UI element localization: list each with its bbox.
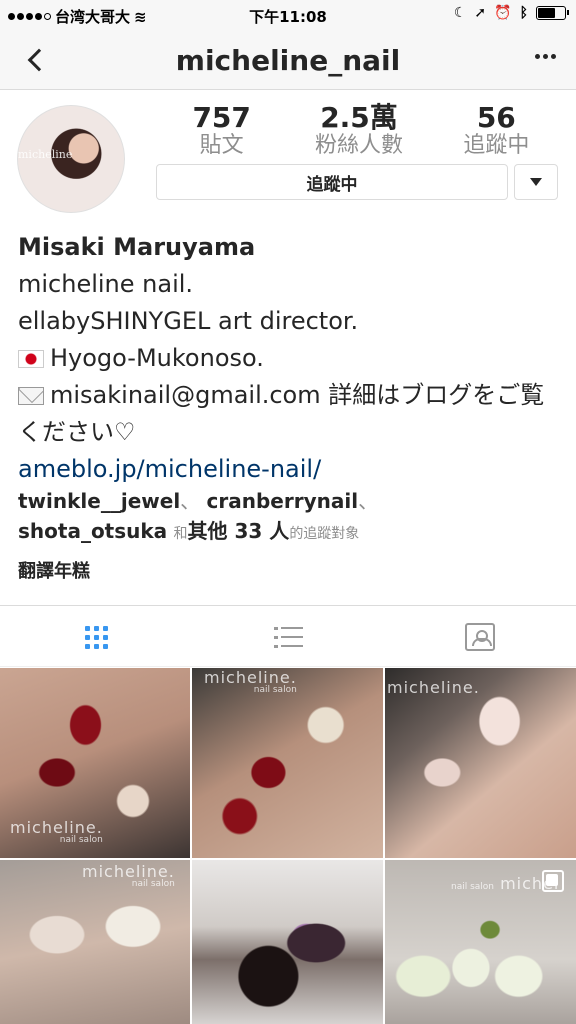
photo-grid: micheline. nail salon micheline. nail salo… xyxy=(0,668,576,1024)
list-icon xyxy=(274,627,303,648)
photo-watermark: micheline. nail salon xyxy=(82,862,175,889)
photo-watermark: micheline. nail salon xyxy=(10,818,103,845)
separator: 、 xyxy=(358,489,379,513)
tab-list-view[interactable] xyxy=(192,606,384,668)
translate-bio-link[interactable]: 翻譯年糕 xyxy=(18,557,90,583)
bio-line-contact: misakinail@gmail.com 詳細はブログをご覧ください♡ xyxy=(18,377,563,451)
location-arrow-icon: ➚ xyxy=(474,5,487,21)
bio-location-text: Hyogo-Mukonoso. xyxy=(50,344,264,372)
triangle-down-icon xyxy=(530,178,542,186)
battery-icon xyxy=(536,6,569,20)
stat-value: 56 xyxy=(476,101,516,134)
bio-line-location: Hyogo-Mukonoso. xyxy=(18,340,563,377)
stat-label: 追蹤中 xyxy=(463,133,530,158)
tagged-person-icon xyxy=(465,623,495,651)
grid-icon xyxy=(84,625,108,649)
photo-thumbnail[interactable]: nail salon michel xyxy=(385,860,576,1024)
bluetooth-icon: ᛒ xyxy=(519,5,528,21)
stat-value: 757 xyxy=(192,101,251,134)
tab-tagged-photos[interactable] xyxy=(384,606,576,668)
photo-thumbnail[interactable]: micheline. xyxy=(385,668,576,858)
photo-thumbnail[interactable]: micheline. nail salon xyxy=(192,668,383,858)
status-bar-right: ☾ ➚ ⏰ ᛒ xyxy=(453,5,569,21)
bio-contact-text: misakinail@gmail.com 詳細はブログをご覧ください♡ xyxy=(18,381,545,446)
photo-watermark: micheline. nail salon xyxy=(204,668,297,695)
followed-by-summary: twinkle__jewel、 cranberrynail、 shota_ots… xyxy=(18,486,563,549)
navigation-bar: micheline_nail xyxy=(0,30,576,90)
more-options-button[interactable] xyxy=(535,54,556,59)
battery-level xyxy=(538,8,555,18)
mutual-follower-link[interactable]: cranberrynail xyxy=(207,489,359,513)
photo-thumbnail[interactable] xyxy=(192,860,383,1024)
photo-thumbnail[interactable]: micheline. nail salon xyxy=(0,860,190,1024)
profile-bio: Misaki Maruyama micheline nail. ellabySH… xyxy=(18,229,563,488)
mutual-follower-link[interactable]: shota_otsuka xyxy=(18,519,167,543)
others-count-link[interactable]: 其他 33 人 xyxy=(188,519,290,543)
multiple-photos-icon xyxy=(542,870,564,892)
following-count-stat[interactable]: 56 追蹤中 xyxy=(428,103,565,159)
alarm-icon: ⏰ xyxy=(494,5,512,21)
moon-icon: ☾ xyxy=(453,5,467,21)
website-link[interactable]: ameblo.jp/micheline-nail/ xyxy=(18,455,321,483)
envelope-icon xyxy=(18,387,44,405)
suggested-accounts-dropdown-button[interactable] xyxy=(514,164,558,200)
bio-line: ellabySHINYGEL art director. xyxy=(18,307,359,335)
and-text: 和 xyxy=(173,526,188,542)
separator: 、 xyxy=(180,489,201,513)
profile-avatar[interactable]: micheline xyxy=(17,105,125,213)
profile-username-title: micheline_nail xyxy=(175,44,401,77)
stat-value: 2.5萬 xyxy=(320,101,398,134)
following-button[interactable]: 追蹤中 xyxy=(156,164,508,200)
photo-watermark: micheline. xyxy=(387,678,480,697)
bio-line: micheline nail. xyxy=(18,270,194,298)
posts-count-stat[interactable]: 757 貼文 xyxy=(153,103,290,159)
japan-flag-icon xyxy=(18,350,44,368)
profile-content-tabs xyxy=(0,605,576,667)
avatar-watermark-text: micheline xyxy=(18,148,73,161)
profile-full-name: Misaki Maruyama xyxy=(18,233,256,261)
more-horizontal-icon xyxy=(535,54,540,59)
tab-grid-view[interactable] xyxy=(0,606,192,668)
followed-suffix-text: 的追蹤對象 xyxy=(289,526,360,542)
mutual-follower-link[interactable]: twinkle__jewel xyxy=(18,489,180,513)
followers-count-stat[interactable]: 2.5萬 粉絲人數 xyxy=(290,103,427,159)
status-bar: 台湾大哥大 ≋ 下午11:08 ☾ ➚ ⏰ ᛒ xyxy=(0,0,576,30)
stat-label: 貼文 xyxy=(199,133,244,158)
profile-stats: 757 貼文 2.5萬 粉絲人數 56 追蹤中 xyxy=(165,103,565,159)
photo-thumbnail[interactable]: micheline. nail salon xyxy=(0,668,190,858)
stat-label: 粉絲人數 xyxy=(314,133,403,158)
